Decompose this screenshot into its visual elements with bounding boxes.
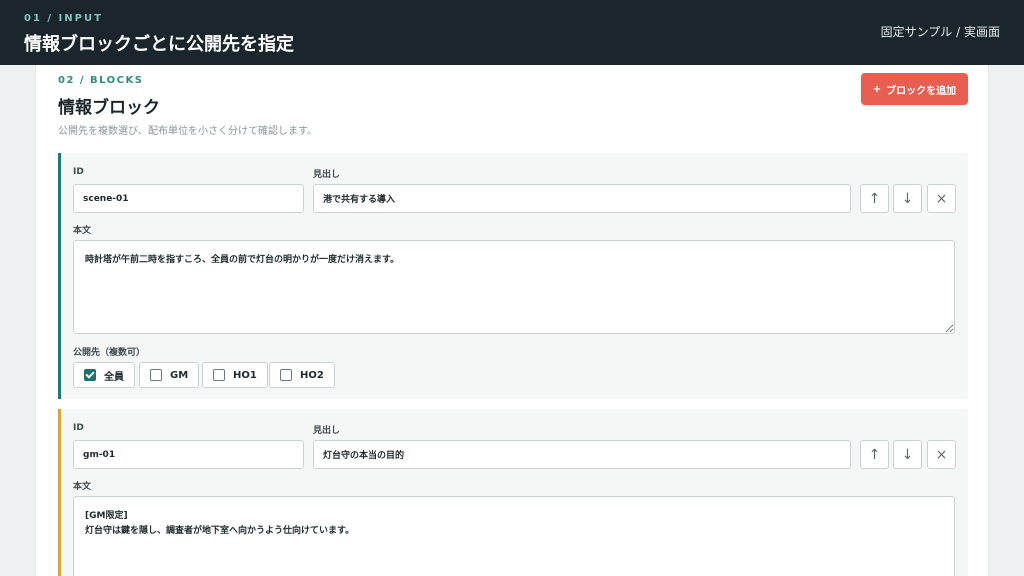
page-title: 情報ブロックごとに公開先を指定 xyxy=(24,34,294,55)
close-icon: × xyxy=(935,190,948,207)
audience-option-ho1[interactable]: HO1 xyxy=(202,362,268,388)
body-label: 本文 xyxy=(73,482,92,492)
audience-option-label: GM xyxy=(170,369,189,381)
close-icon: × xyxy=(935,446,948,463)
id-label: ID xyxy=(73,167,84,177)
block-heading-input[interactable] xyxy=(313,184,851,213)
audience-option-all[interactable]: 全員 xyxy=(73,362,135,388)
block-heading-input[interactable] xyxy=(313,440,851,469)
add-block-button[interactable]: + ブロックを追加 xyxy=(861,73,968,105)
audience-option-label: HO2 xyxy=(300,369,324,381)
audience-option-ho2[interactable]: HO2 xyxy=(269,362,335,388)
section-step: 02 / BLOCKS xyxy=(58,75,144,86)
header-step: 01 / INPUT xyxy=(24,13,103,24)
checkbox-icon xyxy=(280,369,292,381)
info-block: ID 見出し ↑ ↓ × 本文 時計塔が午前二時を指すころ、全員の前で灯台の明か… xyxy=(58,153,968,399)
section-title: 情報ブロック xyxy=(58,98,160,118)
audience-option-label: 全員 xyxy=(104,371,124,383)
arrow-down-icon: ↓ xyxy=(901,446,914,463)
mode-indicator: 固定サンプル / 実画面 xyxy=(880,25,1000,39)
remove-block-button[interactable]: × xyxy=(927,184,956,213)
audience-label: 公開先（複数可） xyxy=(73,348,146,358)
move-up-button[interactable]: ↑ xyxy=(860,440,889,469)
body-label: 本文 xyxy=(73,226,92,236)
remove-block-button[interactable]: × xyxy=(927,440,956,469)
checkbox-checked-icon xyxy=(84,369,96,381)
arrow-up-icon: ↑ xyxy=(868,190,881,207)
move-down-button[interactable]: ↓ xyxy=(893,184,922,213)
heading-label: 見出し xyxy=(313,426,341,436)
audience-option-gm[interactable]: GM xyxy=(139,362,200,388)
move-up-button[interactable]: ↑ xyxy=(860,184,889,213)
blocks-panel: 02 / BLOCKS 情報ブロック 公開先を複数選び、配布単位を小さく分けて確… xyxy=(35,65,989,576)
checkbox-icon xyxy=(150,369,162,381)
move-down-button[interactable]: ↓ xyxy=(893,440,922,469)
block-id-input[interactable] xyxy=(73,440,304,469)
top-header: 01 / INPUT 情報ブロックごとに公開先を指定 固定サンプル / 実画面 xyxy=(0,0,1024,65)
add-block-label: ブロックを追加 xyxy=(886,85,957,97)
heading-label: 見出し xyxy=(313,170,341,180)
block-accent-bar xyxy=(58,153,61,399)
info-block: ID 見出し ↑ ↓ × 本文 [GM限定] 灯台守は鍵を隠し、調査者が地下室へ… xyxy=(58,409,968,576)
audience-option-label: HO1 xyxy=(233,369,257,381)
arrow-up-icon: ↑ xyxy=(868,446,881,463)
plus-icon: + xyxy=(872,83,882,95)
block-accent-bar xyxy=(58,409,61,576)
arrow-down-icon: ↓ xyxy=(901,190,914,207)
checkbox-icon xyxy=(213,369,225,381)
block-body-textarea[interactable]: 時計塔が午前二時を指すころ、全員の前で灯台の明かりが一度だけ消えます。 xyxy=(73,240,955,334)
section-description: 公開先を複数選び、配布単位を小さく分けて確認します。 xyxy=(58,126,317,137)
block-id-input[interactable] xyxy=(73,184,304,213)
id-label: ID xyxy=(73,423,84,433)
block-body-textarea[interactable]: [GM限定] 灯台守は鍵を隠し、調査者が地下室へ向かうよう仕向けています。 xyxy=(73,496,955,576)
